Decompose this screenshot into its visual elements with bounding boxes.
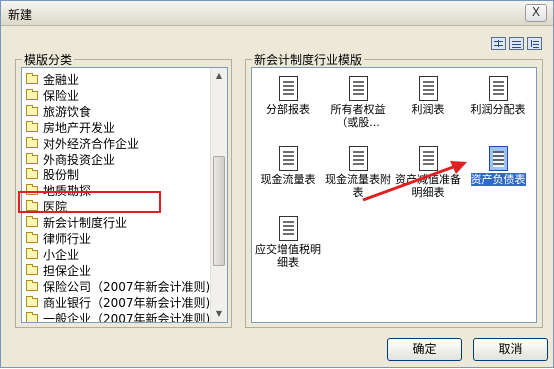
spreadsheet-document-icon — [348, 76, 368, 101]
folder-icon — [26, 168, 38, 180]
template-icon-item[interactable]: 现金流量表附表 — [324, 146, 392, 199]
template-icon-label: 利润分配表 — [470, 103, 526, 116]
spreadsheet-document-icon — [418, 146, 438, 171]
spreadsheet-document-icon — [418, 76, 438, 101]
small-icons-view-button[interactable] — [509, 37, 524, 50]
template-icon-label: 资产减值准备明细表 — [395, 173, 461, 199]
template-icon-item[interactable]: 资产负债表 — [464, 146, 532, 186]
title-bar[interactable]: 新建 X — [1, 1, 553, 26]
scroll-thumb[interactable] — [213, 156, 225, 266]
folder-icon — [26, 232, 38, 243]
template-icon-item[interactable]: 利润表 — [394, 76, 462, 116]
template-group-label: 新会计制度行业模版 — [254, 53, 363, 67]
folder-icon — [26, 88, 38, 100]
spreadsheet-document-icon — [488, 146, 508, 171]
tree-item-label: 股份制 — [43, 168, 80, 183]
spreadsheet-document-icon — [278, 216, 298, 241]
folder-icon — [26, 279, 38, 291]
large-icons-view-button[interactable] — [491, 37, 506, 50]
folder-icon — [26, 263, 38, 275]
folder-icon — [26, 247, 38, 259]
tree-item-label: 担保企业 — [43, 263, 92, 278]
template-icon-item[interactable]: 利润分配表 — [464, 76, 532, 116]
template-icon-item[interactable]: 现金流量表 — [254, 146, 322, 186]
template-icon-item[interactable]: 资产减值准备明细表 — [394, 146, 462, 199]
template-icon-label: 现金流量表 — [260, 173, 316, 186]
folder-icon — [26, 295, 38, 307]
folder-icon — [26, 136, 38, 148]
cancel-button[interactable]: 取消 — [473, 338, 548, 361]
template-icon-label: 应交增值税明细表 — [255, 243, 321, 269]
folder-icon — [26, 311, 38, 322]
tree-item-label: 商业银行（2007年新会计准则) — [43, 295, 211, 310]
window-title: 新建 — [8, 8, 33, 22]
template-icon-item[interactable]: 应交增值税明细表 — [254, 216, 322, 269]
list-view-button[interactable] — [527, 37, 542, 50]
scroll-down-icon[interactable]: ▼ — [211, 306, 227, 322]
folder-icon — [26, 120, 38, 132]
ok-button[interactable]: 确定 — [387, 338, 462, 361]
template-icon-label: 所有者权益（或股... — [330, 103, 386, 129]
template-icon-item[interactable]: 分部报表 — [254, 76, 322, 116]
tree-item-label: 小企业 — [43, 247, 80, 262]
folder-icon — [26, 152, 38, 164]
tree-item-label: 外商投资企业 — [43, 152, 116, 167]
tree-item-label: 金融业 — [43, 73, 80, 87]
template-category-label: 模版分类 — [24, 53, 73, 67]
tree-item-label: 房地产开发业 — [43, 120, 116, 135]
folder-icon — [26, 216, 38, 228]
tree-item-label: 保险公司（2007年新会计准则) — [43, 279, 211, 294]
tree-item-label: 旅游饮食 — [43, 104, 92, 119]
spreadsheet-document-icon — [348, 146, 368, 171]
annotation-highlight-box — [18, 191, 161, 213]
tree-scrollbar[interactable]: ▲ ▼ — [210, 68, 227, 322]
tree-item-label: 对外经济合作企业 — [43, 136, 140, 151]
spreadsheet-document-icon — [278, 76, 298, 101]
tree-item-label: 一般企业（2007年新会计准则) — [43, 311, 211, 323]
template-icon-label: 分部报表 — [266, 103, 310, 116]
template-icon-label: 现金流量表附表 — [325, 173, 391, 199]
tree-item-label: 律师行业 — [43, 232, 92, 246]
new-dialog-window: 新建 X 模版分类 新会计制度行业模版 金融业 保险业 旅游饮食 房地产开发业 对外经济… — [0, 0, 554, 368]
folder-icon — [26, 104, 38, 116]
spreadsheet-document-icon — [488, 76, 508, 101]
template-icon-label: 利润表 — [411, 103, 445, 116]
template-icon-item[interactable]: 所有者权益（或股... — [324, 76, 392, 129]
template-icon-label: 资产负债表 — [470, 173, 526, 186]
tree-item-label: 新会计制度行业 — [43, 216, 128, 231]
template-icon-list[interactable]: 分部报表 所有者权益（或股... 利润表 利润分配表现金流量表 现金流量表附表 资产减值准… — [251, 67, 537, 323]
scroll-up-icon[interactable]: ▲ — [211, 68, 227, 84]
folder-icon — [26, 73, 38, 84]
close-button[interactable]: X — [525, 4, 547, 22]
spreadsheet-document-icon — [278, 146, 298, 171]
tree-item-label: 保险业 — [43, 88, 80, 103]
